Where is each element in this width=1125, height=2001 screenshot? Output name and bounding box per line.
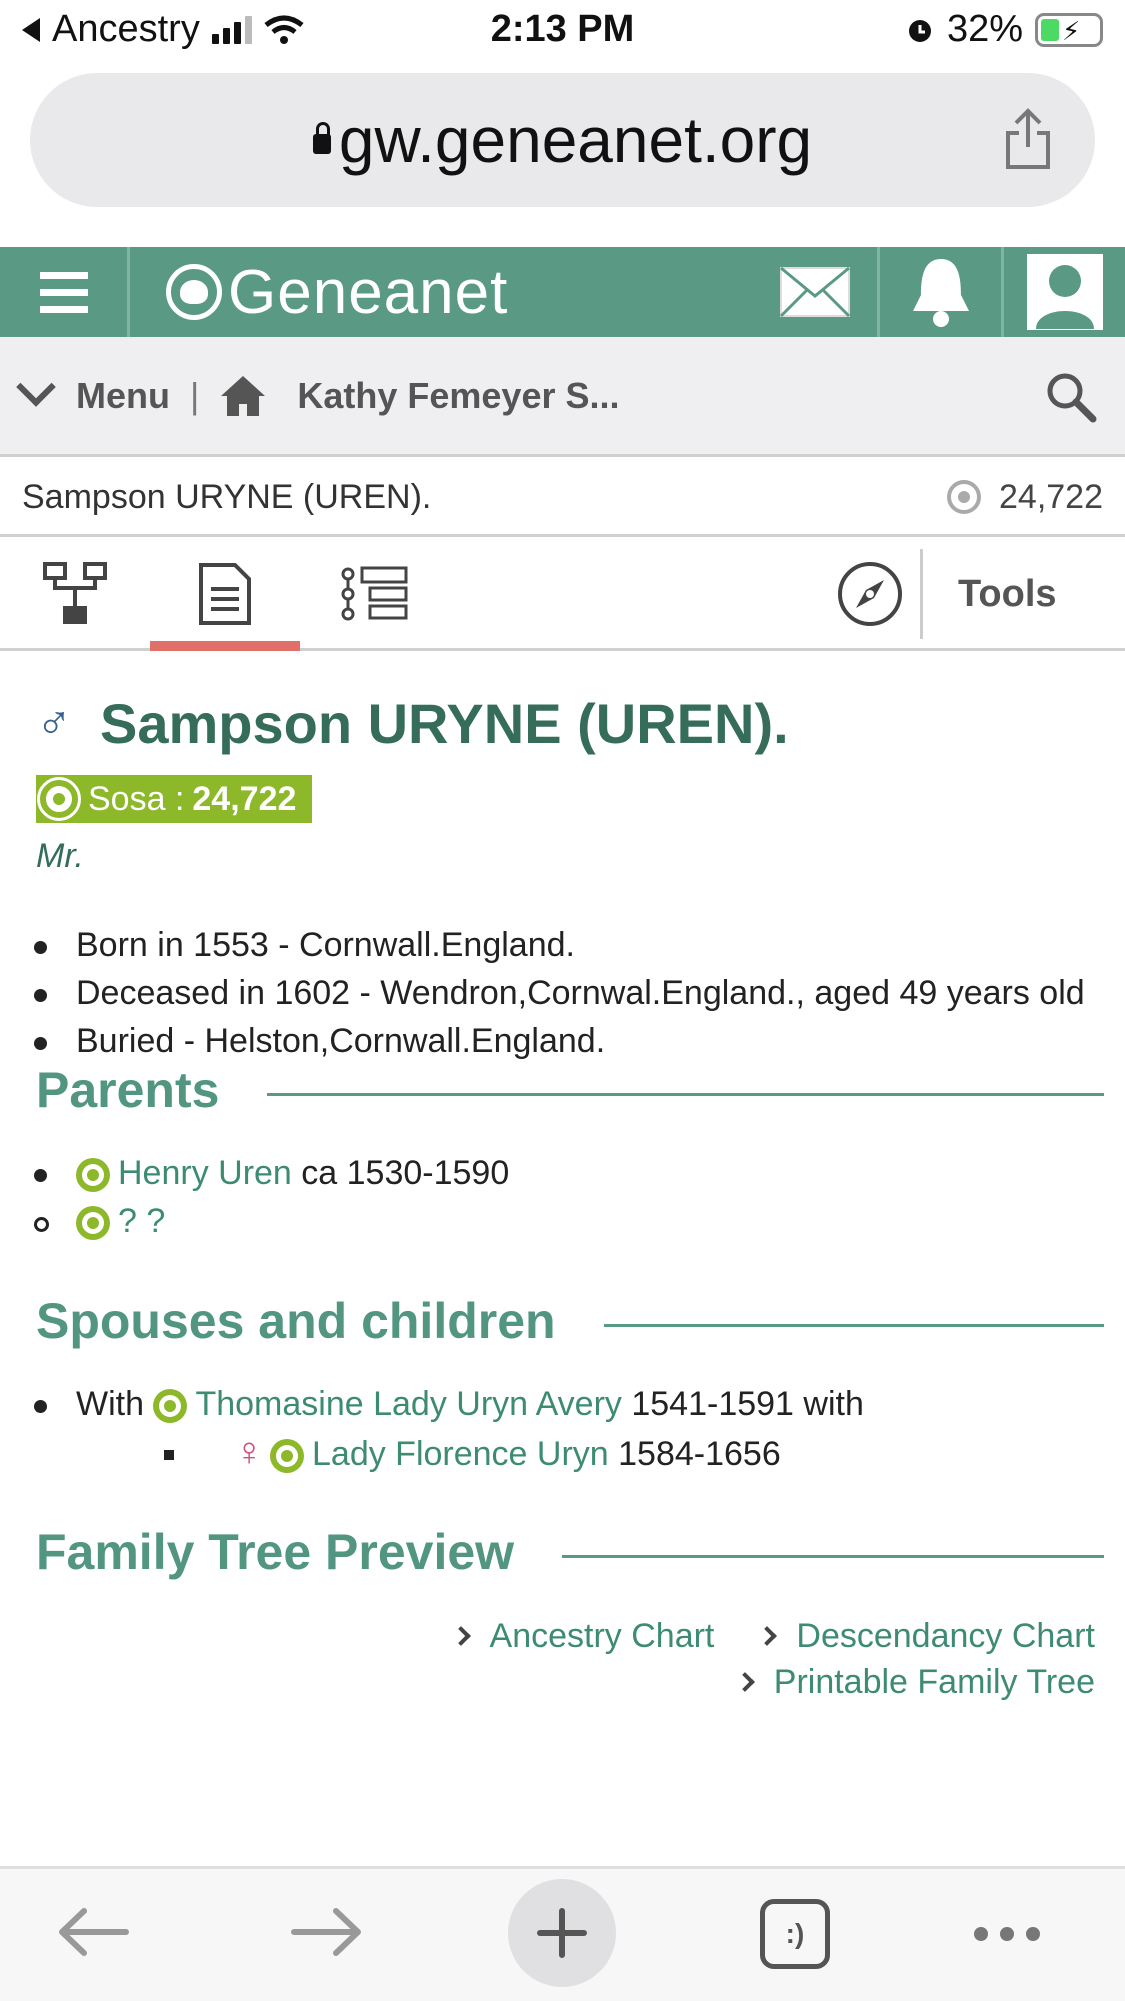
sosa-label: Sosa : [88,779,185,818]
mother-link[interactable]: ? ? [118,1202,165,1240]
sosa-target-icon [76,1206,110,1241]
list-item: ? ? [30,1197,1100,1245]
person-title: Mr. [36,837,84,875]
parents-list: Henry Uren ca 1530-1590 ? ? [30,1149,1100,1245]
father-link[interactable]: Henry Uren [118,1154,292,1192]
printable-tree-label[interactable]: Printable Family Tree [774,1663,1095,1701]
logo-text: Geneanet [228,257,509,327]
printable-tree-link[interactable]: Printable Family Tree [734,1659,1095,1705]
person-heading: ♂ Sampson URYNE (UREN). [36,691,789,756]
sosa-badge: Sosa : 24,722 [36,775,313,823]
tabs-button[interactable]: :) [760,1899,830,1969]
person-bar: Sampson URYNE (UREN). 24,722 [0,460,1125,537]
female-icon: ♀ [234,1430,264,1474]
new-tab-button[interactable] [508,1879,616,1987]
sosa-target-icon [270,1439,304,1474]
fact-death: Deceased in 1602 - Wendron,Cornwal.Engla… [30,969,1100,1017]
more-icon[interactable] [974,1927,1040,1941]
with-label: With [76,1385,154,1423]
ancestry-chart-link[interactable]: Ancestry Chart [450,1613,715,1659]
fact-birth: Born in 1553 - Cornwall.England. [30,921,1100,969]
tree-preview-heading-text: Family Tree Preview [36,1524,515,1580]
person-bar-name: Sampson URYNE (UREN). [22,477,432,516]
descendancy-chart-link[interactable]: Descendancy Chart [757,1613,1095,1659]
url-text[interactable]: gw.geneanet.org [339,103,812,177]
menu-separator: | [190,374,200,416]
person-name: Sampson URYNE (UREN). [100,692,789,755]
tab-document[interactable] [150,537,300,651]
tab-tree[interactable] [0,537,150,651]
sosa-number: 24,722 [999,477,1103,516]
spouse-link[interactable]: Thomasine Lady Uryn Avery [195,1385,621,1423]
status-bar: Ancestry 2:13 PM 32% ⚡ [0,0,1125,62]
tab-list[interactable] [300,537,450,651]
tree-preview-heading: Family Tree Preview [36,1523,1104,1581]
battery-percent: 32% [946,8,1023,50]
male-icon: ♂ [36,697,72,750]
search-icon[interactable] [1045,371,1097,423]
descendancy-chart-label[interactable]: Descendancy Chart [796,1617,1095,1655]
ancestry-chart-label[interactable]: Ancestry Chart [490,1617,715,1655]
chevron-right-icon [734,1672,755,1692]
parents-heading: Parents [36,1061,1104,1119]
plus-icon [537,1908,587,1958]
back-icon[interactable] [56,1905,130,1959]
sosa-target-icon [947,480,981,514]
sosa-target-icon [76,1158,110,1193]
spouses-heading: Spouses and children [36,1292,1104,1350]
list-item: ♀ Lady Florence Uryn 1584-1656 [30,1428,1100,1478]
sosa-value: 24,722 [192,779,297,818]
chevron-right-icon [450,1626,471,1646]
tab-bar: Tools [0,537,1125,651]
share-icon[interactable] [1003,107,1053,171]
list-icon [341,566,408,621]
battery-icon: ⚡ [1035,12,1103,47]
chevron-down-icon[interactable] [16,366,56,407]
mail-icon[interactable] [753,247,877,337]
tree-preview-links: Ancestry Chart Descendancy Chart Printab… [450,1613,1095,1705]
fact-burial: Buried - Helston,Cornwall.England. [30,1017,1100,1065]
sosa-target-icon [37,777,81,821]
list-item: Henry Uren ca 1530-1590 [30,1149,1100,1197]
father-dates: ca 1530-1590 [291,1154,510,1192]
compass-icon [838,562,902,626]
home-icon[interactable] [219,374,267,418]
tools-divider [920,549,923,639]
site-header: Geneanet [0,247,1125,337]
sosa-target-icon [153,1389,188,1424]
chevron-right-icon [757,1626,778,1646]
spouses-heading-text: Spouses and children [36,1293,556,1349]
person-facts: Born in 1553 - Cornwall.England. Decease… [30,921,1100,1065]
child-link[interactable]: Lady Florence Uryn [312,1435,609,1473]
tree-icon [43,562,107,624]
lock-icon [312,122,331,154]
forward-icon[interactable] [290,1905,364,1959]
tree-logo-icon [166,264,222,320]
user-icon[interactable] [1001,247,1125,337]
parents-heading-text: Parents [36,1062,220,1118]
document-icon [199,563,251,625]
tools-button[interactable]: Tools [958,573,1057,616]
spouses-list: With Thomasine Lady Uryn Avery 1541-1591… [30,1380,1100,1478]
child-dates: 1584-1656 [608,1435,781,1473]
browser-toolbar: :) [0,1866,1125,2001]
menu-button[interactable]: Menu [76,375,170,417]
breadcrumb[interactable]: Kathy Femeyer S... [297,375,619,417]
menu-bar: Menu | Kathy Femeyer S... [0,337,1125,457]
bell-icon[interactable] [877,247,1001,337]
geneanet-logo[interactable]: Geneanet [166,257,508,328]
alarm-icon [908,19,931,42]
spouse-dates: 1541-1591 with [621,1385,864,1423]
menu-icon[interactable] [0,247,130,337]
url-bar[interactable]: gw.geneanet.org [30,73,1095,207]
list-item: With Thomasine Lady Uryn Avery 1541-1591… [30,1380,1100,1428]
